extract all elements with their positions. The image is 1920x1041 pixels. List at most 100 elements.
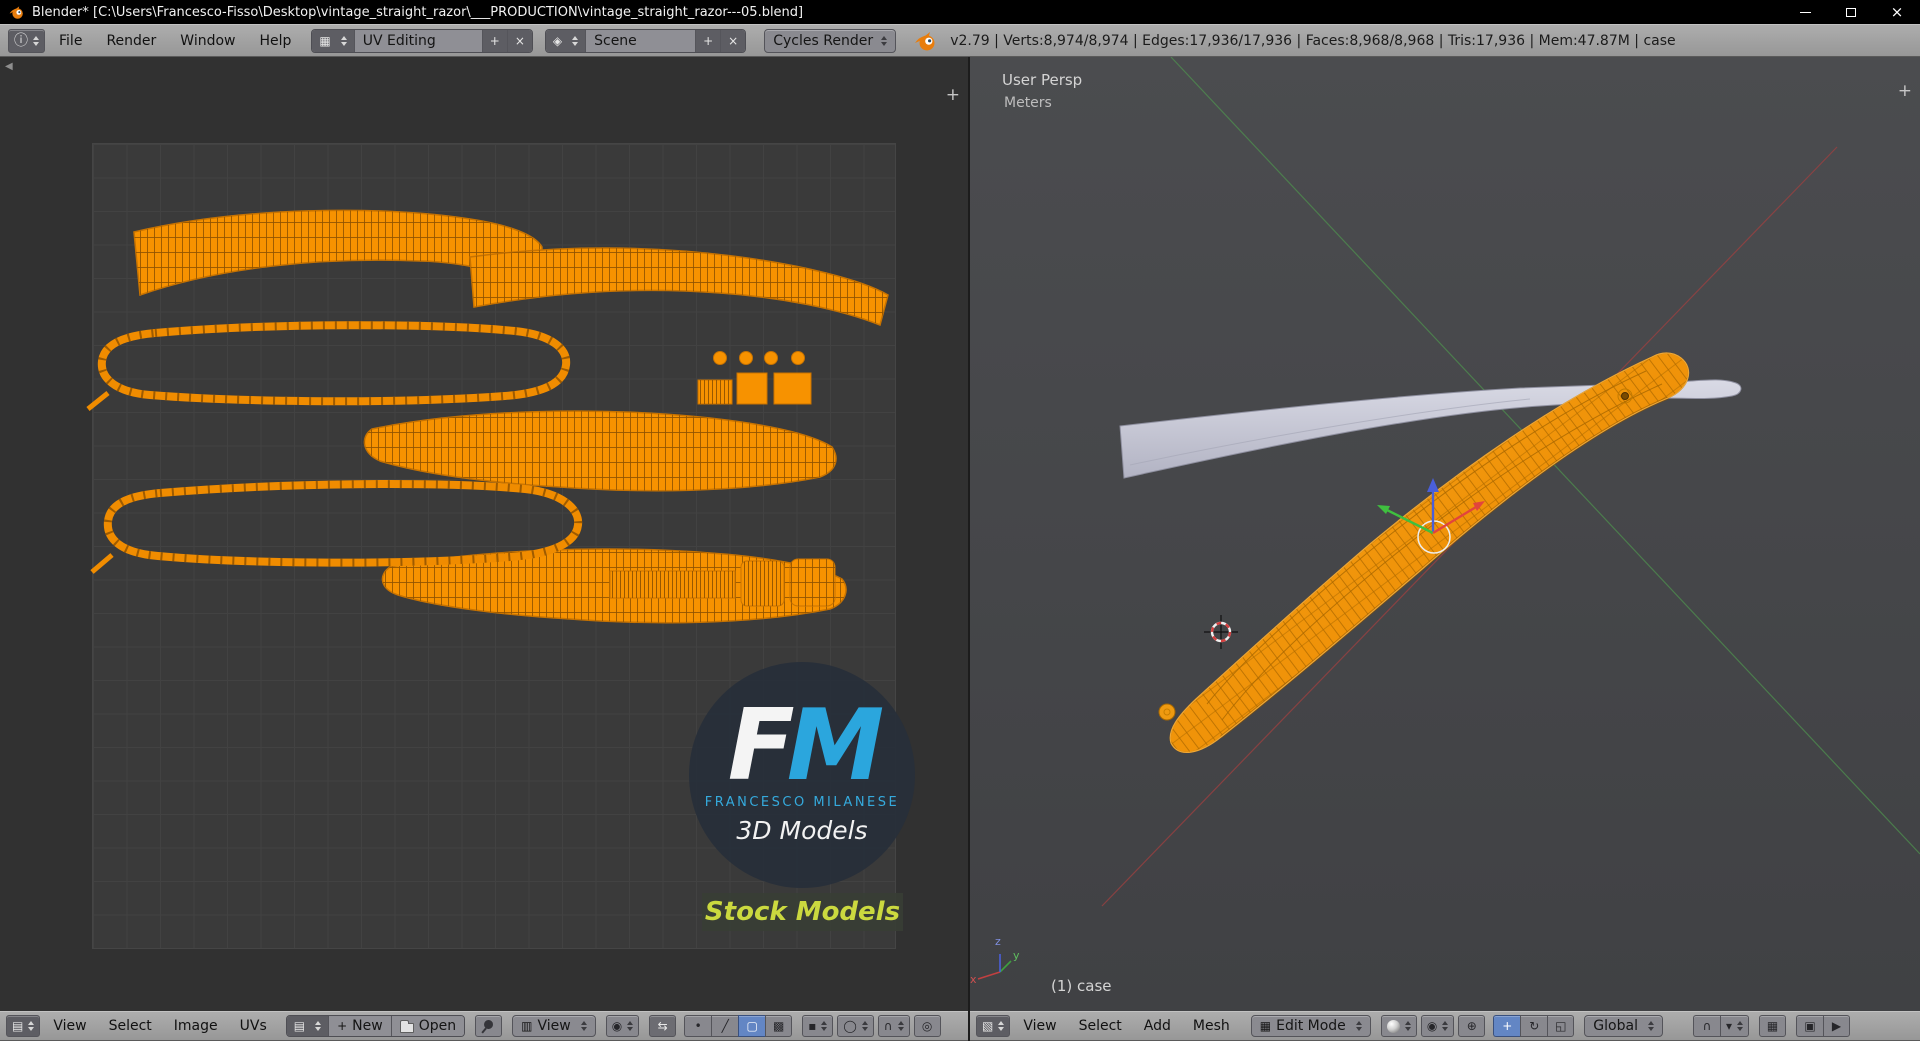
layers-icon: ▦ xyxy=(1766,1019,1779,1033)
blender-logo-icon xyxy=(915,31,935,50)
new-image-button[interactable]: + New xyxy=(329,1016,392,1036)
3d-viewport-canvas[interactable]: User Persp Meters (1) case x y z + xyxy=(970,57,1920,1011)
menu-help[interactable]: Help xyxy=(249,33,301,49)
editor-type-button-uv[interactable]: ▤ xyxy=(6,1015,41,1037)
blender-window: Blender* [C:\Users\Francesco-Fisso\Deskt… xyxy=(0,0,1920,1041)
chevron-updown-icon xyxy=(627,1021,634,1031)
snap-dropdown[interactable]: ∩ xyxy=(877,1015,910,1037)
pin-image-button[interactable] xyxy=(475,1015,503,1037)
menu-image[interactable]: Image xyxy=(165,1018,227,1034)
opengl-render-button[interactable]: ▣ xyxy=(1796,1015,1823,1037)
watermark-badge: Stock Models xyxy=(702,893,903,931)
opengl-render-anim-button[interactable]: ▶ xyxy=(1823,1015,1850,1037)
menu-select[interactable]: Select xyxy=(100,1018,161,1034)
render-engine-dropdown[interactable]: Cycles Render xyxy=(764,28,897,53)
chevron-updown-icon xyxy=(897,1021,904,1031)
watermark-name: FRANCESCO MILANESE xyxy=(704,794,900,810)
chevron-updown-icon xyxy=(580,1021,587,1031)
add-scene-button[interactable]: + xyxy=(696,29,722,52)
menu-view[interactable]: View xyxy=(1014,1018,1065,1034)
uv-sculpt-button[interactable]: ◎ xyxy=(913,1015,941,1037)
image-icon: ▤ xyxy=(293,1019,306,1033)
3d-cursor-icon xyxy=(1204,615,1238,649)
layout-name-field[interactable]: UV Editing xyxy=(354,29,483,52)
menu-view[interactable]: View xyxy=(44,1018,95,1034)
close-icon: × xyxy=(1890,2,1904,21)
manipulator-translate-button[interactable]: + xyxy=(1493,1015,1521,1037)
window-title: Blender* [C:\Users\Francesco-Fisso\Deskt… xyxy=(32,4,804,20)
menu-window[interactable]: Window xyxy=(170,33,245,49)
snap-element-dropdown[interactable]: ▾ xyxy=(1719,1015,1749,1037)
scale-icon: ◱ xyxy=(1555,1019,1567,1033)
info-header: ⓘ File Render Window Help ▦ UV Editing +… xyxy=(0,24,1920,57)
browse-image-button[interactable]: ▤ xyxy=(286,1016,330,1036)
sticky-selection-dropdown[interactable]: ▪ xyxy=(802,1015,834,1037)
maximize-button[interactable] xyxy=(1828,0,1874,24)
editor-mode-dropdown[interactable]: ▥ View xyxy=(512,1015,596,1037)
align-icon: ⊕ xyxy=(1466,1019,1477,1033)
watermark-tagline: 3D Models xyxy=(736,815,868,845)
watermark-initials: FM xyxy=(727,689,884,804)
pivot-center-dropdown[interactable]: ◉ xyxy=(605,1015,640,1037)
proportional-edit-dropdown[interactable]: ◯ xyxy=(837,1015,874,1037)
editor-type-button-3d[interactable]: ▧ xyxy=(976,1015,1011,1037)
chevron-updown-icon xyxy=(340,35,347,46)
scene-statistics: v2.79 | Verts:8,974/8,974 | Edges:17,936… xyxy=(950,32,1676,49)
orientation-dropdown[interactable]: Global xyxy=(1584,1015,1663,1037)
plus-icon: + xyxy=(489,33,500,48)
select-vertex-button[interactable]: • xyxy=(684,1015,712,1037)
edit-mode-icon: ▦ xyxy=(1259,1019,1272,1033)
translate-icon: + xyxy=(1502,1019,1513,1033)
editor-type-button-info[interactable]: ⓘ xyxy=(8,28,45,53)
snap-group: ∩ ▾ xyxy=(1692,1015,1749,1037)
chevron-updown-icon xyxy=(1737,1021,1743,1031)
sync-uv-selection-toggle[interactable]: ⇆ xyxy=(649,1015,677,1037)
mode-dropdown[interactable]: ▦ Edit Mode xyxy=(1250,1015,1371,1037)
select-island-button[interactable]: ▩ xyxy=(765,1015,793,1037)
browse-scene-button[interactable]: ◈ xyxy=(545,29,587,52)
3d-view-icon: ▧ xyxy=(982,1019,994,1033)
pivot-icon: ◉ xyxy=(1426,1019,1438,1033)
close-button[interactable]: × xyxy=(1874,0,1920,24)
window-controls: × xyxy=(1782,0,1920,24)
vertex-icon: • xyxy=(694,1019,702,1033)
browse-layout-button[interactable]: ▦ xyxy=(312,29,355,52)
add-layout-button[interactable]: + xyxy=(482,29,508,52)
manipulator-scale-button[interactable]: ◱ xyxy=(1547,1015,1575,1037)
rotate-icon: ↻ xyxy=(1529,1019,1540,1033)
chevron-updown-icon xyxy=(998,1021,1005,1031)
folder-icon xyxy=(399,1019,414,1033)
snap-toggle-button[interactable]: ∩ xyxy=(1692,1015,1720,1037)
menu-add[interactable]: Add xyxy=(1135,1018,1180,1034)
layers-button[interactable]: ▦ xyxy=(1759,1015,1786,1037)
menu-file[interactable]: File xyxy=(49,33,92,49)
magnet-icon: ∩ xyxy=(883,1019,893,1033)
uv-canvas[interactable]: ◀ + FM FRANCESCO MILANESE 3D Models Stoc… xyxy=(0,57,968,1011)
menu-mesh[interactable]: Mesh xyxy=(1184,1018,1239,1034)
viewport-header: ▧ View Select Add Mesh ▦ Edit Mode ◉ ⊕ +… xyxy=(970,1011,1920,1041)
menu-render[interactable]: Render xyxy=(96,33,166,49)
delete-scene-button[interactable]: × xyxy=(721,29,746,52)
scene-name-field[interactable]: Scene xyxy=(586,29,697,52)
minimize-button[interactable] xyxy=(1782,0,1828,24)
menu-uvs[interactable]: UVs xyxy=(231,1018,276,1034)
open-image-button[interactable]: Open xyxy=(391,1016,465,1036)
3d-scene xyxy=(977,57,1920,980)
viewport-shading-dropdown[interactable] xyxy=(1380,1015,1417,1037)
delete-layout-button[interactable]: × xyxy=(507,29,532,52)
pivot-hole xyxy=(1621,392,1629,400)
proportional-icon: ◯ xyxy=(843,1019,857,1033)
image-datablock-group: ▤ + New Open xyxy=(285,1015,466,1037)
menu-select[interactable]: Select xyxy=(1070,1018,1131,1034)
manipulator-rotate-button[interactable]: ↻ xyxy=(1520,1015,1548,1037)
scene-icon: ◈ xyxy=(552,33,563,48)
minimize-icon xyxy=(1799,11,1811,13)
pivot-align-toggle[interactable]: ⊕ xyxy=(1458,1015,1486,1037)
opengl-render-group: ▣ ▶ xyxy=(1796,1015,1850,1037)
select-face-button[interactable]: ▢ xyxy=(738,1015,766,1037)
sync-icon: ⇆ xyxy=(657,1019,668,1033)
chevron-updown-icon xyxy=(28,1021,35,1031)
select-edge-button[interactable]: ╱ xyxy=(711,1015,739,1037)
face-icon: ▢ xyxy=(746,1019,758,1033)
pivot-center-dropdown[interactable]: ◉ xyxy=(1420,1015,1455,1037)
